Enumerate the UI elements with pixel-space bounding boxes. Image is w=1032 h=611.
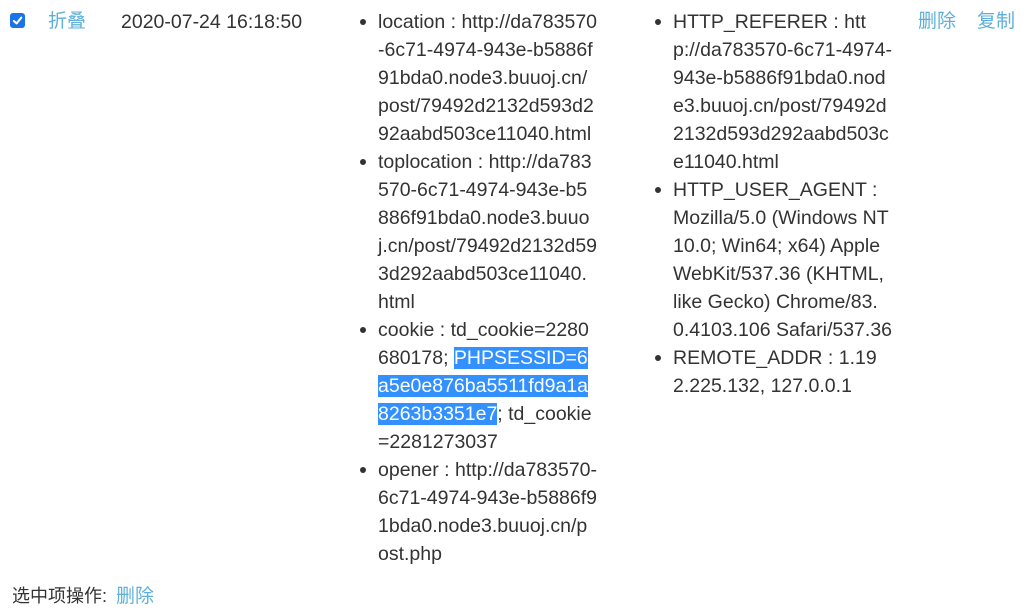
- param-cookie-line: 8263b3351e7; td_cookie: [378, 400, 610, 428]
- param-opener-line: 1bda0.node3.buuoj.cn/p: [378, 515, 588, 537]
- param-http-user-agent-line: Mozilla/5.0 (Windows NT: [673, 207, 889, 229]
- param-opener-line: 6c71-4974-943e-b5886f9: [378, 487, 598, 509]
- param-location: location : http://da783570 -6c71-4974-94…: [360, 8, 610, 148]
- param-http-referer-line: e11040.html: [673, 151, 779, 173]
- copy-row-link[interactable]: 复制: [977, 8, 1015, 36]
- cookie-text: ; td_cookie: [497, 403, 592, 425]
- param-http-referer-line: 2132d593d292aabd503c: [673, 123, 889, 145]
- bulk-actions-bar: 选中项操作: 删除: [12, 582, 154, 611]
- param-http-user-agent-line: 10.0; Win64; x64) Apple: [673, 235, 881, 257]
- param-toplocation: toplocation : http://da783 570-6c71-4974…: [360, 148, 610, 316]
- param-remote-addr: REMOTE_ADDR : 1.19 2.225.132, 127.0.0.1: [655, 344, 911, 400]
- param-http-user-agent-line: HTTP_USER_AGENT :: [673, 179, 878, 201]
- param-toplocation-line: toplocation : http://da783: [378, 151, 592, 173]
- selected-session-id: PHPSESSID=6: [453, 347, 588, 369]
- param-http-referer-line: 943e-b5886f91bda0.nod: [673, 67, 886, 89]
- param-toplocation-line: html: [378, 291, 415, 313]
- param-http-referer-line: e3.buuoj.cn/post/79492d: [673, 95, 887, 117]
- checkmark-icon: [12, 16, 23, 25]
- cookie-text: 680178;: [378, 347, 454, 369]
- param-http-user-agent-line: 0.4103.106 Safari/537.36: [673, 319, 893, 341]
- param-location-line: post/79492d2132d593d2: [378, 95, 594, 117]
- param-cookie-line: a5e0e876ba5511fd9a1a: [378, 372, 610, 400]
- selected-session-id: a5e0e876ba5511fd9a1a: [378, 375, 589, 397]
- bulk-actions-label: 选中项操作:: [12, 586, 108, 606]
- param-opener-line: ost.php: [378, 543, 442, 565]
- request-params-list: location : http://da783570 -6c71-4974-94…: [360, 8, 610, 568]
- param-location-line: location : http://da783570: [378, 11, 598, 33]
- param-toplocation-line: j.cn/post/79492d2132d59: [378, 235, 598, 257]
- param-cookie: cookie : td_cookie=2280 680178; PHPSESSI…: [360, 316, 610, 456]
- param-remote-addr-line: REMOTE_ADDR : 1.19: [673, 347, 877, 369]
- row-timestamp: 2020-07-24 16:18:50: [121, 11, 303, 33]
- param-location-line: -6c71-4974-943e-b5886f: [378, 39, 593, 61]
- delete-row-link[interactable]: 删除: [918, 8, 956, 36]
- param-opener-line: opener : http://da783570-: [378, 459, 598, 481]
- selected-session-id: 8263b3351e7: [378, 403, 498, 425]
- row-checkbox[interactable]: [10, 13, 25, 28]
- collapse-link[interactable]: 折叠: [48, 8, 86, 36]
- bulk-delete-link[interactable]: 删除: [116, 586, 154, 607]
- param-http-referer-line: HTTP_REFERER : htt: [673, 11, 866, 33]
- server-params-list: HTTP_REFERER : htt p://da783570-6c71-497…: [655, 8, 911, 400]
- param-location-line: 91bda0.node3.buuoj.cn/: [378, 67, 588, 89]
- param-cookie-line: 680178; PHPSESSID=6: [378, 344, 610, 372]
- param-cookie-line: cookie : td_cookie=2280: [378, 319, 589, 341]
- param-http-referer: HTTP_REFERER : htt p://da783570-6c71-497…: [655, 8, 911, 176]
- param-remote-addr-line: 2.225.132, 127.0.0.1: [673, 375, 852, 397]
- param-opener: opener : http://da783570- 6c71-4974-943e…: [360, 456, 610, 568]
- param-toplocation-line: 3d292aabd503ce11040.: [378, 263, 587, 285]
- param-http-user-agent: HTTP_USER_AGENT : Mozilla/5.0 (Windows N…: [655, 176, 911, 344]
- param-location-line: 92aabd503ce11040.html: [378, 123, 592, 145]
- param-toplocation-line: 886f91bda0.node3.buuo: [378, 207, 590, 229]
- param-http-user-agent-line: like Gecko) Chrome/83.: [673, 291, 878, 313]
- param-cookie-line: =2281273037: [378, 431, 498, 453]
- param-toplocation-line: 570-6c71-4974-943e-b5: [378, 179, 588, 201]
- param-http-user-agent-line: WebKit/537.36 (KHTML,: [673, 263, 884, 285]
- param-http-referer-line: p://da783570-6c71-4974-: [673, 39, 893, 61]
